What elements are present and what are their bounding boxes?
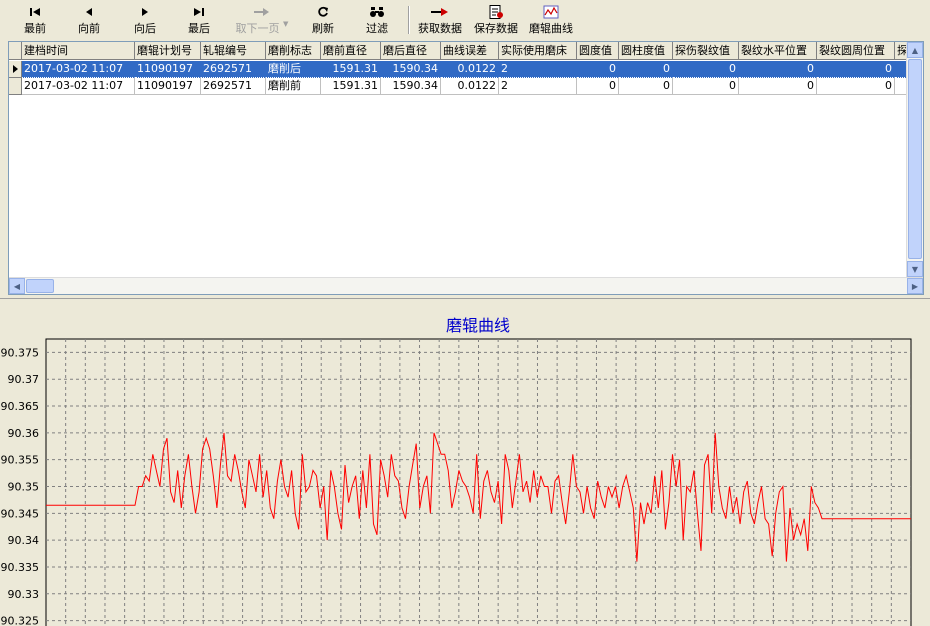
column-header[interactable]: 曲线误差 [441, 42, 499, 60]
table-row[interactable]: 2017-03-02 11:07 11090197 2692571 磨削前 15… [9, 78, 923, 95]
horizontal-scrollbar[interactable]: ◀ ▶ [9, 277, 923, 294]
previous-record-button[interactable]: 向前 [68, 4, 110, 36]
arrow-right-long-icon [253, 4, 271, 19]
skip-last-icon [193, 4, 205, 19]
y-tick-label: 90.325 [1, 615, 40, 626]
cell-diameter-after[interactable]: 1590.34 [381, 61, 441, 78]
column-header[interactable]: 探伤裂纹值 [673, 42, 739, 60]
cell-plan-no[interactable]: 11090197 [135, 78, 201, 95]
row-indicator [9, 61, 22, 78]
scroll-left-icon[interactable]: ◀ [9, 278, 25, 294]
row-indicator [9, 78, 22, 95]
cell-diameter-after[interactable]: 1590.34 [381, 78, 441, 95]
cell-plan-no[interactable]: 11090197 [135, 61, 201, 78]
scroll-up-icon[interactable]: ▲ [907, 42, 923, 58]
last-record-button[interactable]: 最后 [178, 4, 220, 36]
y-tick-label: 90.37 [8, 373, 40, 386]
cell-cylindricity[interactable]: 0 [619, 61, 673, 78]
filter-button[interactable]: 过滤 [356, 4, 398, 36]
cell-diameter-before[interactable]: 1591.31 [321, 78, 381, 95]
toolbar-separator [408, 6, 410, 34]
cell-roll-no[interactable]: 2692571 [201, 78, 266, 95]
line-chart-icon [543, 4, 559, 19]
column-header[interactable]: 轧辊编号 [201, 42, 266, 60]
y-tick-label: 90.35 [8, 481, 40, 494]
arrow-right-icon [140, 4, 150, 19]
scroll-down-icon[interactable]: ▼ [907, 261, 923, 277]
horizontal-scroll-thumb[interactable] [26, 279, 54, 293]
y-tick-label: 90.33 [8, 588, 40, 601]
cell-grinder[interactable]: 2 [499, 78, 577, 95]
y-tick-label: 90.34 [8, 534, 40, 547]
column-header[interactable]: 裂纹圆周位置 [817, 42, 895, 60]
y-tick-label: 90.335 [1, 561, 40, 574]
cell-curve-error[interactable]: 0.0122 [441, 61, 499, 78]
y-tick-label: 90.345 [1, 507, 40, 520]
cell-curve-error[interactable]: 0.0122 [441, 78, 499, 95]
refresh-button[interactable]: 刷新 [302, 4, 344, 36]
refresh-icon [317, 4, 329, 19]
vertical-scroll-thumb[interactable] [908, 59, 922, 259]
cell-crack-value[interactable]: 0 [673, 78, 739, 95]
y-tick-label: 90.355 [1, 454, 40, 467]
y-tick-label: 90.36 [8, 427, 40, 440]
chart-title: 磨辊曲线 [446, 316, 510, 335]
cell-grind-flag[interactable]: 磨削后 [266, 61, 321, 78]
column-header[interactable]: 磨后直径 [381, 42, 441, 60]
fetch-next-page-button[interactable]: 取下一页 ▼ [228, 4, 296, 36]
cell-crack-horizontal[interactable]: 0 [739, 61, 817, 78]
binoculars-icon [369, 4, 385, 19]
arrow-left-icon [84, 4, 94, 19]
column-header[interactable]: 磨辊计划号 [135, 42, 201, 60]
column-header[interactable]: 裂纹水平位置 [739, 42, 817, 60]
column-header[interactable]: 圆度值 [577, 42, 619, 60]
skip-first-icon [29, 4, 41, 19]
cell-diameter-before[interactable]: 1591.31 [321, 61, 381, 78]
y-axis-ticks: 90.375 90.37 90.365 90.36 90.355 90.35 90.345 9… [1, 346, 40, 626]
get-data-button[interactable]: 获取数据 [414, 4, 466, 36]
cell-cylindricity[interactable]: 0 [619, 78, 673, 95]
first-record-button[interactable]: 最前 [14, 4, 56, 36]
column-header[interactable]: 实际使用磨床 [499, 42, 577, 60]
cell-created-time[interactable]: 2017-03-02 11:07 [22, 61, 135, 78]
table-row[interactable]: 2017-03-02 11:07 11090197 2692571 磨削后 15… [9, 61, 923, 78]
column-header[interactable]: 建档时间 [22, 42, 135, 60]
column-header[interactable]: 磨前直径 [321, 42, 381, 60]
dropdown-arrow-icon: ▼ [283, 20, 289, 28]
cell-grinder[interactable]: 2 [499, 61, 577, 78]
column-header[interactable]: 圆柱度值 [619, 42, 673, 60]
cell-roundness[interactable]: 0 [577, 61, 619, 78]
save-document-icon [488, 4, 504, 19]
cell-grind-flag[interactable]: 磨削前 [266, 78, 321, 95]
data-grid: 建档时间 磨辊计划号 轧辊编号 磨削标志 磨前直径 磨后直径 曲线误差 实际使用… [8, 41, 924, 295]
save-data-button[interactable]: 保存数据 [470, 4, 522, 36]
cell-roundness[interactable]: 0 [577, 78, 619, 95]
grind-curve-chart: 磨辊曲线 90.37590.3790.36590.3690.35590.3590… [1, 316, 912, 626]
cell-created-time[interactable]: 2017-03-02 11:07 [22, 78, 135, 95]
cell-crack-circumferential[interactable]: 0 [817, 78, 895, 95]
scroll-right-icon[interactable]: ▶ [907, 278, 923, 294]
header-indicator [9, 42, 22, 60]
column-header[interactable]: 磨削标志 [266, 42, 321, 60]
grid-header: 建档时间 磨辊计划号 轧辊编号 磨削标志 磨前直径 磨后直径 曲线误差 实际使用… [9, 42, 923, 61]
toolbar: 最前 向前 向后 最后 取下一页 ▼ 刷新 过滤 获取数据 保存数据 磨辊曲线 [0, 0, 930, 40]
import-arrow-icon [430, 4, 450, 19]
chart-panel: 磨辊曲线 90.375 90.37 90.365 90.36 90.355 90.35 90… [0, 298, 930, 626]
vertical-scrollbar[interactable]: ▲ ▼ [906, 42, 923, 277]
cell-crack-value[interactable]: 0 [673, 61, 739, 78]
cell-roll-no[interactable]: 2692571 [201, 61, 266, 78]
next-record-button[interactable]: 向后 [124, 4, 166, 36]
cell-crack-horizontal[interactable]: 0 [739, 78, 817, 95]
grind-curve-button[interactable]: 磨辊曲线 [524, 4, 578, 36]
y-tick-label: 90.365 [1, 400, 40, 413]
cell-crack-circumferential[interactable]: 0 [817, 61, 895, 78]
y-tick-label: 90.375 [1, 346, 40, 359]
